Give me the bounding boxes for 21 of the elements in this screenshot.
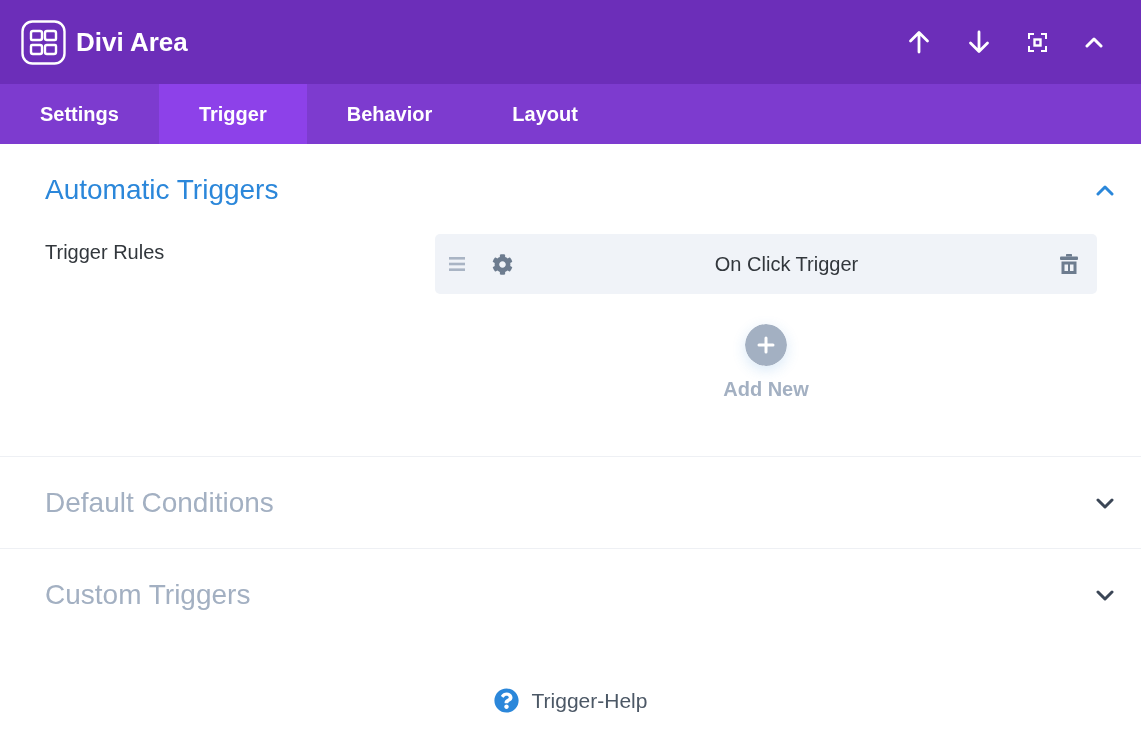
- gear-icon[interactable]: [492, 253, 513, 275]
- window-title: Divi Area: [76, 29, 188, 55]
- help-link[interactable]: Trigger-Help: [531, 689, 648, 712]
- chevron-down-icon[interactable]: [1096, 497, 1114, 509]
- collapse-icon[interactable]: [1085, 36, 1103, 48]
- tab[interactable]: Settings: [0, 84, 159, 144]
- arrow-up-icon[interactable]: [908, 30, 930, 54]
- chevron-down-icon[interactable]: [1096, 589, 1114, 601]
- tab[interactable]: Layout: [472, 84, 618, 144]
- logo-icon: [21, 19, 66, 65]
- arrow-down-icon[interactable]: [968, 30, 990, 54]
- focus-icon[interactable]: [1028, 32, 1047, 52]
- rule-name: On Click Trigger: [714, 252, 859, 276]
- drag-handle-icon[interactable]: [449, 257, 465, 271]
- chevron-up-icon[interactable]: [1096, 184, 1114, 196]
- field-label: Trigger Rules: [45, 241, 165, 263]
- tab[interactable]: Trigger: [158, 84, 307, 144]
- help-icon[interactable]: [493, 688, 519, 713]
- trash-icon[interactable]: [1060, 254, 1078, 274]
- section-title[interactable]: Automatic Triggers: [45, 172, 279, 208]
- tab[interactable]: Behavior: [306, 84, 473, 144]
